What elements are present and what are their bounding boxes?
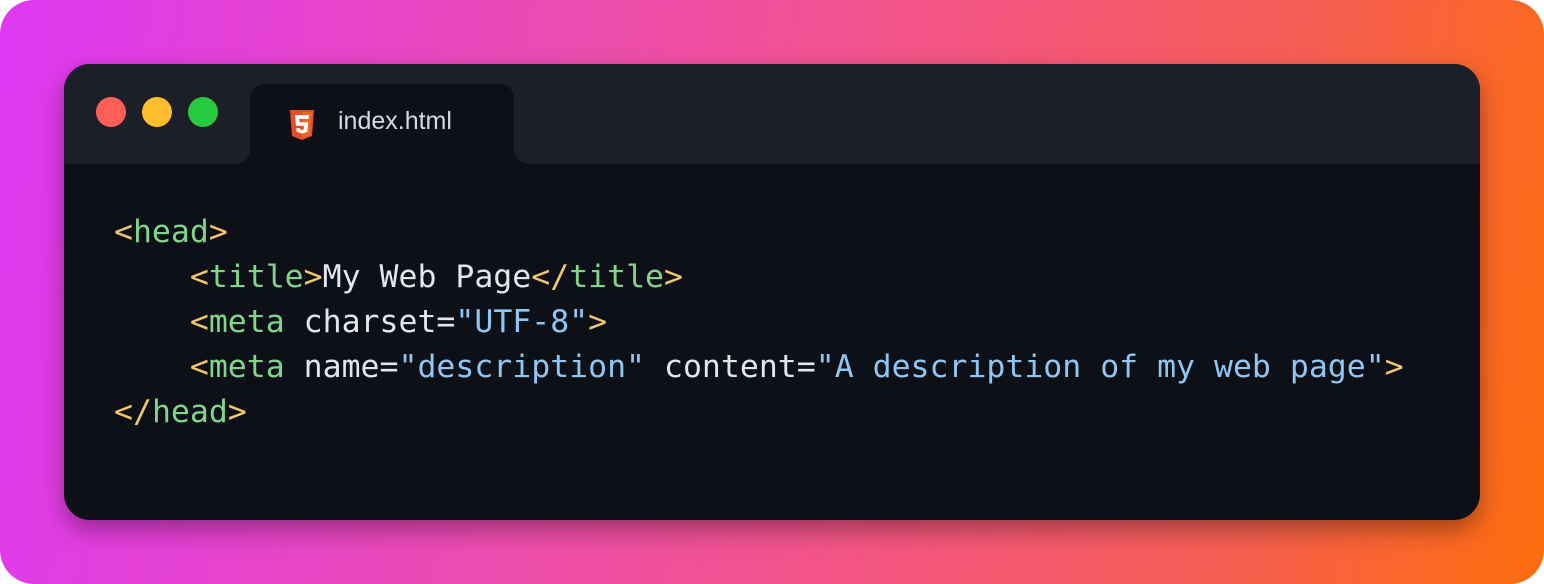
- code-attribute: charset: [303, 304, 437, 340]
- code-punctuation: >: [1384, 349, 1404, 385]
- code-punctuation: </: [114, 394, 152, 430]
- code-text: My Web Page: [322, 259, 532, 295]
- code-attribute: =: [796, 349, 816, 385]
- gradient-background: index.html <head> <title>My Web Page</ti…: [0, 0, 1544, 584]
- minimize-button[interactable]: [142, 97, 172, 127]
- code-punctuation: >: [227, 394, 247, 430]
- code-punctuation: >: [208, 214, 228, 250]
- code-tag-name: head: [151, 394, 228, 430]
- code-attribute: =: [379, 349, 399, 385]
- code-punctuation: <: [189, 304, 209, 340]
- code-attribute: name: [303, 349, 380, 385]
- file-tab[interactable]: index.html: [236, 84, 528, 164]
- code-line: <head>: [114, 210, 1404, 255]
- code-tag-name: meta: [208, 349, 285, 385]
- html5-icon: [290, 110, 314, 140]
- code-punctuation: <: [114, 214, 133, 250]
- code-punctuation: </: [531, 259, 570, 295]
- code-string: "UTF-8": [455, 304, 589, 340]
- code-punctuation: <: [189, 349, 209, 385]
- code-window: index.html <head> <title>My Web Page</ti…: [64, 64, 1480, 520]
- code-tag-name: meta: [208, 304, 285, 340]
- close-button[interactable]: [96, 97, 126, 127]
- code-line: <meta name="description" content="A desc…: [114, 345, 1404, 390]
- code-punctuation: >: [303, 259, 323, 295]
- code-string: "A description of my web page": [815, 349, 1385, 385]
- code-punctuation: >: [664, 259, 683, 295]
- code-attribute: content: [664, 349, 797, 385]
- code-line: <meta charset="UTF-8">: [114, 300, 1404, 345]
- code-block: <head> <title>My Web Page</title> <meta …: [114, 210, 1404, 435]
- window-titlebar: index.html: [64, 64, 1480, 164]
- code-punctuation: <: [189, 259, 209, 295]
- code-tag-name: head: [132, 214, 209, 250]
- code-tag-name: title: [208, 259, 304, 295]
- code-punctuation: >: [588, 304, 608, 340]
- code-line: </head>: [114, 390, 1404, 435]
- code-line: <title>My Web Page</title>: [114, 255, 1404, 300]
- code-attribute: =: [436, 304, 456, 340]
- code-tag-name: title: [569, 259, 665, 295]
- maximize-button[interactable]: [188, 97, 218, 127]
- code-string: "description": [398, 349, 646, 385]
- tab-label: index.html: [338, 107, 452, 135]
